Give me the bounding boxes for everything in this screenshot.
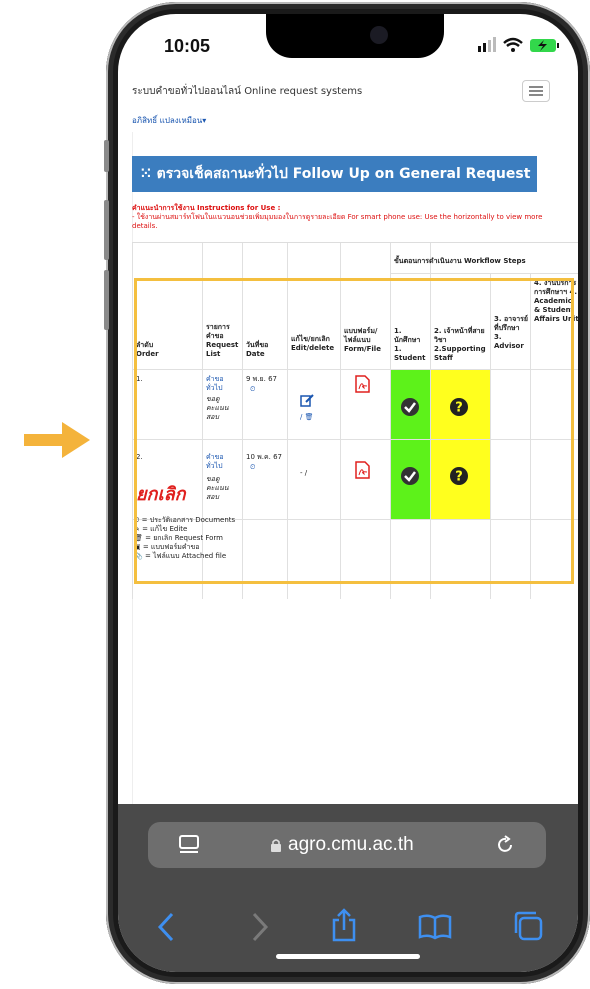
signal-icon [478,37,496,52]
site-header: ระบบคำขอทั่วไปออนไลน์ Online request sys… [118,78,578,108]
arrow-right-icon [24,422,90,458]
battery-icon [530,39,559,52]
phone-screen: 10:05 ระบบคำขอทั่วไปออนไลน์ Online reque… [118,14,578,972]
reload-icon[interactable] [494,834,516,856]
instructions: คำแนะนำการใช้งาน Instructions for Use : … [132,204,552,231]
tabs-icon[interactable] [512,910,544,942]
workflow-header: ขั้นตอนการดำเนินงาน Workflow Steps [394,257,526,265]
volume-up-button [104,200,109,260]
site-title[interactable]: ระบบคำขอทั่วไปออนไลน์ Online request sys… [132,84,362,99]
address-bar[interactable]: agro.cmu.ac.th [148,822,546,868]
instructions-text: - ใช้งานผ่านสมาร์ทโฟนในแนวนอนช่วยเพิ่มมุ… [132,213,543,230]
instructions-heading: คำแนะนำการใช้งาน Instructions for Use : [132,204,281,212]
page-title: ตรวจเช็คสถานะทั่วไป Follow Up on General… [156,166,531,182]
volume-down-button [104,270,109,330]
status-time: 10:05 [164,36,211,56]
page-title-banner: ⁙ ตรวจเช็คสถานะทั่วไป Follow Up on Gener… [132,156,537,192]
notch [266,14,444,58]
url-text: agro.cmu.ac.th [288,834,414,855]
user-menu[interactable]: อภิสิทธิ์ แปลงเหมือน▾ [132,114,206,127]
status-bar: 10:05 [118,14,578,74]
home-indicator [276,954,420,959]
highlight-box [134,278,574,584]
share-icon[interactable] [330,908,358,942]
status-icons [478,37,559,52]
wifi-icon [503,37,523,52]
mute-switch [104,140,109,172]
lock-icon [271,839,281,852]
spinner-icon: ⁙ [140,166,157,182]
forward-icon[interactable] [250,912,270,942]
safari-toolbar: agro.cmu.ac.th [118,804,578,972]
hamburger-menu-button[interactable] [522,80,550,102]
bookmarks-icon[interactable] [418,914,452,940]
back-icon[interactable] [156,912,176,942]
reader-icon[interactable] [178,834,200,856]
